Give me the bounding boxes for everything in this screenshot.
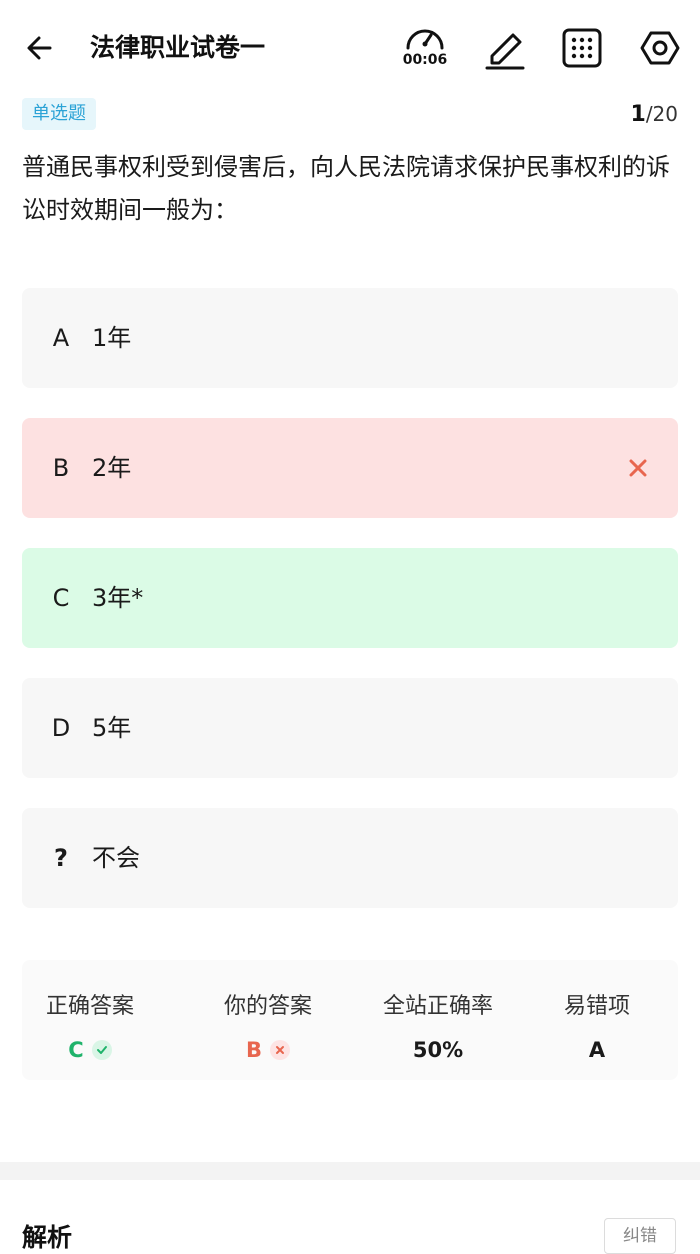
correct-answer-value: C bbox=[68, 1038, 84, 1062]
speedometer-icon bbox=[406, 29, 444, 50]
wrong-cross-icon bbox=[626, 456, 650, 480]
option-text: 1年 bbox=[92, 324, 132, 352]
back-arrow-icon[interactable] bbox=[22, 30, 58, 66]
value-wrapper: B bbox=[246, 1038, 290, 1062]
value-wrapper: C bbox=[68, 1038, 112, 1062]
option-a[interactable]: A 1年 bbox=[22, 288, 678, 388]
stat-label: 你的答案 bbox=[223, 994, 312, 1019]
timer-readout: 00:06 bbox=[402, 52, 448, 68]
section-divider bbox=[0, 1162, 700, 1180]
answer-sheet-grid-icon[interactable] bbox=[560, 24, 604, 72]
cross-icon bbox=[270, 1040, 290, 1060]
stat-label: 全站正确率 bbox=[382, 994, 493, 1019]
edit-pencil-icon[interactable] bbox=[484, 24, 528, 72]
question-progress: 1/20 bbox=[631, 102, 679, 127]
timer-button[interactable]: 00:06 bbox=[402, 24, 448, 72]
question-text: 普通民事权利受到侵害后，向人民法院请求保护民事权利的诉讼时效期间一般为： bbox=[22, 153, 670, 224]
settings-gear-icon[interactable] bbox=[638, 24, 682, 72]
current-question-number: 1 bbox=[630, 102, 646, 127]
option-text: 不会 bbox=[92, 844, 140, 872]
your-answer-value: B bbox=[245, 1038, 262, 1062]
top-bar: 法律职业试卷一 00:06 bbox=[0, 0, 700, 96]
option-letter: B bbox=[52, 454, 70, 482]
error-prone-value: A bbox=[588, 1038, 606, 1062]
page-title: 法律职业试卷一 bbox=[90, 33, 266, 62]
option-letter: C bbox=[52, 584, 70, 612]
option-b[interactable]: B 2年 bbox=[22, 418, 678, 518]
option-letter: A bbox=[52, 324, 70, 352]
analysis-title: 解析 bbox=[22, 1223, 73, 1252]
stat-label: 正确答案 bbox=[45, 994, 134, 1019]
option-d[interactable]: D 5年 bbox=[22, 678, 678, 778]
stat-value: B bbox=[198, 1038, 338, 1062]
option-text: 2年 bbox=[92, 454, 132, 482]
site-rate-value: 50% bbox=[412, 1038, 464, 1062]
option-c[interactable]: C 3年* bbox=[22, 548, 678, 648]
option-text: 3年* bbox=[92, 584, 144, 612]
answer-stats-panel: 正确答案 C 你的答案 B 全站正确率 50% 易错项 A bbox=[22, 960, 678, 1080]
report-error-button[interactable]: 纠错 bbox=[604, 1218, 676, 1254]
stat-value: C bbox=[22, 1038, 158, 1062]
total-questions: /20 bbox=[645, 102, 678, 126]
option-dont-know[interactable]: ? 不会 bbox=[22, 808, 678, 908]
stat-label: 易错项 bbox=[563, 994, 630, 1019]
check-icon bbox=[91, 1040, 112, 1060]
option-letter: ? bbox=[54, 844, 68, 872]
question-type-badge: 单选题 bbox=[22, 98, 96, 130]
option-letter: D bbox=[51, 714, 71, 742]
option-text: 5年 bbox=[92, 714, 132, 742]
